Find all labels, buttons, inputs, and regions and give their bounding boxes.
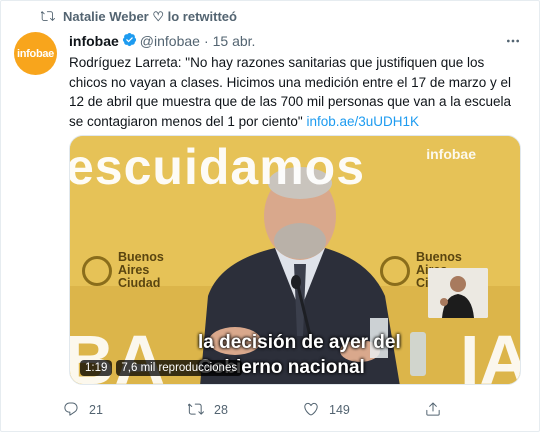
- like-count: 149: [329, 403, 350, 417]
- author-name[interactable]: infobae: [69, 33, 119, 49]
- retweet-icon: [186, 401, 204, 420]
- reply-count: 21: [89, 403, 103, 417]
- video-background-word: escuidamos: [69, 139, 366, 195]
- tweet-card[interactable]: Natalie Weber ♡ lo retwitteó infobae inf…: [0, 0, 540, 432]
- city-logo-left: Buenos Aires Ciudad: [82, 251, 164, 290]
- reply-icon: [63, 401, 79, 420]
- tweet-body: Rodríguez Larreta: "No hay razones sanit…: [69, 55, 512, 129]
- tweet-header: infobae @infobae · 15 abr.: [69, 32, 255, 50]
- tweet-text: Rodríguez Larreta: "No hay razones sanit…: [69, 53, 519, 131]
- more-icon[interactable]: [503, 33, 523, 49]
- verified-badge-icon: [119, 32, 140, 50]
- video-views: 7,6 mil reproducciones: [116, 360, 243, 376]
- city-logo-icon: [82, 255, 112, 286]
- video-duration: 1:19: [80, 360, 113, 376]
- share-icon: [425, 401, 441, 420]
- svg-text:IA: IA: [460, 321, 521, 385]
- retweet-icon: [39, 9, 55, 26]
- tweet-link[interactable]: infob.ae/3uUDH1K: [306, 114, 419, 129]
- video-watermark: infobae: [426, 146, 476, 162]
- retweet-count: 28: [214, 403, 228, 417]
- retweet-context: Natalie Weber ♡ lo retwitteó: [39, 8, 237, 26]
- like-button[interactable]: 149: [303, 401, 350, 420]
- author-handle[interactable]: @infobae: [140, 33, 200, 49]
- reply-button[interactable]: 21: [63, 401, 103, 420]
- heart-icon: [303, 401, 319, 420]
- avatar-logo-text: infobae: [16, 47, 54, 60]
- author-avatar[interactable]: infobae: [14, 32, 57, 75]
- retweet-button[interactable]: 28: [186, 401, 228, 420]
- video-info-badges: 1:19 7,6 mil reproducciones: [80, 360, 243, 376]
- video-player[interactable]: BA IA escuidamos infobae Buenos Aires Ci…: [69, 135, 521, 385]
- sign-language-interpreter: [428, 268, 488, 318]
- video-subtitle-line-1: la decisión de ayer del: [198, 332, 401, 353]
- tweet-actions: 21 28 149: [63, 399, 533, 421]
- retweet-context-text[interactable]: Natalie Weber ♡ lo retwitteó: [63, 9, 237, 25]
- tweet-date[interactable]: 15 abr.: [213, 33, 256, 49]
- share-button[interactable]: [425, 401, 441, 420]
- logo-left-line-3: Ciudad: [118, 276, 161, 290]
- header-separator: ·: [203, 33, 209, 49]
- city-logo-icon: [380, 255, 410, 286]
